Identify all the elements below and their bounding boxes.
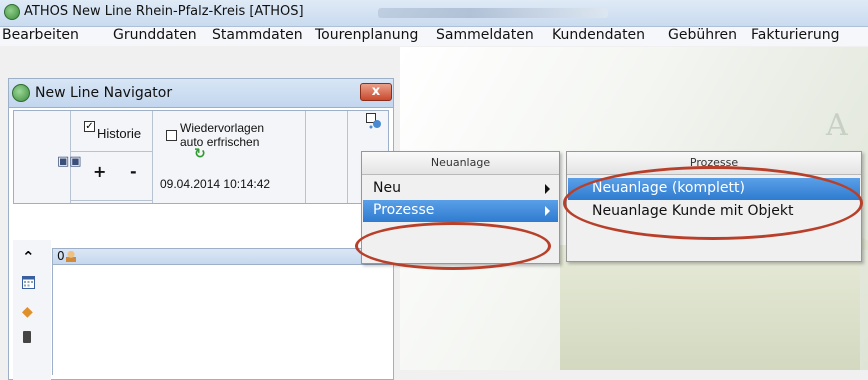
wiedervorlagen-label: Wiedervorlagen [180,121,265,135]
navigator-title: New Line Navigator [35,85,173,101]
person-icon [66,251,76,262]
wiedervorlagen-checkbox[interactable] [166,130,177,141]
background-decoration [560,245,860,370]
menu-stammdaten[interactable]: Stammdaten [212,27,303,43]
menu-fakturierung[interactable]: Fakturierung [751,27,839,43]
menu-bar: Bearbeiten Grunddaten Stammdaten Tourenp… [0,27,868,46]
menu-kundendaten[interactable]: Kundendaten [552,27,645,43]
context-menu-header: Neuanlage [362,152,559,175]
collapse-icon[interactable]: ⌃ [22,248,35,266]
historie-checkbox[interactable]: ✓ [84,121,95,132]
menu-bearbeiten[interactable]: Bearbeiten [2,27,79,43]
auto-erfrischen-label: auto erfrischen [180,135,260,149]
toolbar-divider [347,111,348,203]
list-body[interactable] [52,265,393,375]
background-logo: A [826,108,850,143]
menu-grunddaten[interactable]: Grunddaten [113,27,197,43]
list-header: 0 [52,248,392,265]
menu-item-prozesse[interactable]: Prozesse [363,200,558,222]
menu-sammeldaten[interactable]: Sammeldaten [436,27,534,43]
plus-button[interactable]: + [93,162,106,181]
tag-icon[interactable]: ◆ [22,304,33,320]
close-button[interactable]: x [360,83,392,101]
timestamp: 09.04.2014 10:14:42 [160,177,271,191]
annotation-ellipse-neuanlage [563,166,863,240]
app-icon [4,4,20,20]
submenu-arrow-icon [545,206,550,216]
menu-item-neu[interactable]: Neu [363,178,558,200]
menu-item-prozesse-label: Prozesse [373,202,435,218]
toolbar-divider [70,200,152,201]
window-title: ATHOS New Line Rhein-Pfalz-Kreis [ATHOS] [24,4,304,19]
navigator-icon [12,84,30,102]
toolbar-divider [152,111,153,203]
annotation-ellipse-prozesse [355,222,551,270]
submenu-arrow-icon [545,184,550,194]
menu-gebuehren[interactable]: Gebühren [668,27,737,43]
pin-icon[interactable] [366,113,382,129]
toolbar-divider [70,151,152,152]
calendar-icon[interactable] [22,276,35,293]
historie-label: Historie [97,126,142,141]
binoculars-icon[interactable]: ▣▣ [57,154,82,169]
bin-icon[interactable] [22,330,32,348]
context-menu-header-label: Neuanlage [430,156,491,169]
blurred-title-area [378,8,608,18]
title-bar: ATHOS New Line Rhein-Pfalz-Kreis [ATHOS] [0,0,868,27]
list-count: 0 [57,249,65,263]
menu-item-neu-label: Neu [373,180,401,196]
navigator-title-bar: New Line Navigator x [8,78,394,108]
toolbar-divider [305,111,306,203]
menu-tourenplanung[interactable]: Tourenplanung [315,27,418,43]
minus-button[interactable]: - [130,162,137,181]
refresh-icon[interactable]: ↻ [194,146,206,162]
